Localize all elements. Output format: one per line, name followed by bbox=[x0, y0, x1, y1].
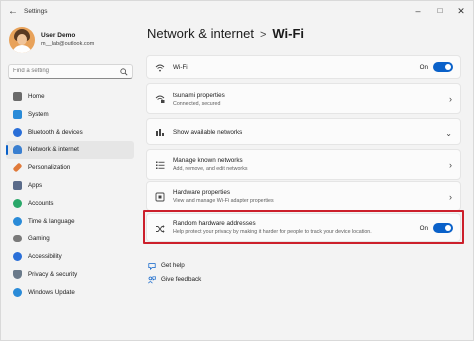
brush-icon bbox=[12, 162, 23, 173]
user-email: m__lab@outlook.com bbox=[41, 41, 95, 47]
hardware-properties-card[interactable]: Hardware properties View and manage Wi-F… bbox=[146, 181, 461, 211]
minimize-icon[interactable]: – bbox=[410, 4, 426, 18]
list-icon bbox=[156, 161, 165, 169]
highlight-box bbox=[143, 210, 464, 244]
home-icon bbox=[13, 92, 22, 101]
wifi-toggle[interactable] bbox=[433, 62, 453, 72]
feedback-icon bbox=[148, 276, 156, 284]
system-icon bbox=[13, 109, 22, 119]
chevron-right-icon: › bbox=[449, 160, 452, 170]
window-title: Settings bbox=[24, 8, 48, 15]
give-feedback-label: Give feedback bbox=[161, 276, 202, 283]
help-icon bbox=[148, 263, 156, 270]
sidebar-item-network[interactable]: Network & internet bbox=[6, 141, 134, 160]
wifi-icon bbox=[155, 64, 165, 72]
network-properties-title: tsunami properties bbox=[173, 92, 225, 99]
network-properties-subtitle: Connected, secured bbox=[173, 101, 221, 107]
hardware-properties-subtitle: View and manage Wi-Fi adapter properties bbox=[173, 198, 274, 204]
sidebar-item-label: Windows Update bbox=[28, 288, 75, 296]
sidebar-item-label: Network & internet bbox=[28, 146, 79, 154]
user-profile[interactable]: User Demo m__lab@outlook.com bbox=[9, 27, 139, 57]
available-networks-title: Show available networks bbox=[173, 129, 243, 136]
search-input[interactable] bbox=[13, 68, 113, 74]
search-icon bbox=[120, 68, 128, 76]
apps-icon bbox=[13, 180, 22, 190]
known-networks-title: Manage known networks bbox=[173, 157, 243, 164]
chevron-down-icon: ⌄ bbox=[445, 129, 452, 138]
sidebar-item-time-language[interactable]: Time & language bbox=[6, 213, 134, 231]
known-networks-card[interactable]: Manage known networks Add, remove, and e… bbox=[146, 149, 461, 180]
back-arrow-icon[interactable]: ← bbox=[7, 6, 19, 18]
sidebar-item-label: Bluetooth & devices bbox=[28, 128, 83, 136]
settings-window: ← Settings – □ ✕ User Demo m__lab@outloo… bbox=[0, 0, 474, 341]
available-networks-card[interactable]: Show available networks ⌄ bbox=[146, 118, 461, 145]
close-icon[interactable]: ✕ bbox=[453, 4, 469, 18]
sidebar-item-accessibility[interactable]: Accessibility bbox=[6, 248, 134, 266]
adapter-icon bbox=[155, 192, 165, 202]
sidebar-item-label: Gaming bbox=[28, 235, 50, 243]
wifi-label: Wi-Fi bbox=[173, 64, 188, 71]
sidebar-item-label: Personalization bbox=[28, 164, 71, 172]
sidebar-item-label: Accounts bbox=[28, 199, 54, 207]
sidebar-item-label: Apps bbox=[28, 181, 43, 189]
chevron-right-icon: › bbox=[449, 192, 452, 202]
sidebar-item-gaming[interactable]: Gaming bbox=[6, 230, 134, 248]
user-name: User Demo bbox=[41, 32, 76, 39]
title-bar: ← Settings – □ ✕ bbox=[1, 1, 474, 23]
accessibility-icon bbox=[13, 252, 22, 262]
network-properties-card[interactable]: tsunami properties Connected, secured › bbox=[146, 83, 461, 114]
active-indicator bbox=[6, 145, 8, 156]
shield-icon bbox=[13, 269, 22, 279]
breadcrumb: Network & internet > Wi-Fi bbox=[147, 26, 304, 41]
sidebar-item-windows-update[interactable]: Windows Update bbox=[6, 284, 134, 302]
sidebar-item-label: System bbox=[28, 110, 49, 118]
chevron-right-icon: › bbox=[449, 94, 452, 104]
maximize-icon[interactable]: □ bbox=[432, 4, 448, 18]
network-icon bbox=[13, 145, 22, 155]
wifi-secure-icon bbox=[155, 95, 165, 103]
get-help-label: Get help bbox=[161, 262, 185, 269]
gaming-icon bbox=[13, 235, 22, 243]
sidebar-item-bluetooth[interactable]: Bluetooth & devices bbox=[6, 124, 134, 142]
bluetooth-icon bbox=[13, 127, 22, 137]
breadcrumb-parent[interactable]: Network & internet bbox=[147, 26, 254, 41]
sidebar-item-label: Time & language bbox=[28, 217, 75, 225]
clock-globe-icon bbox=[13, 216, 22, 226]
update-icon bbox=[13, 287, 22, 297]
wifi-card: Wi-Fi On bbox=[146, 55, 461, 79]
accounts-icon bbox=[13, 198, 22, 208]
sidebar-item-system[interactable]: System bbox=[6, 106, 134, 124]
known-networks-subtitle: Add, remove, and edit networks bbox=[173, 166, 248, 172]
sidebar-item-personalization[interactable]: Personalization bbox=[6, 159, 134, 177]
sidebar-item-label: Accessibility bbox=[28, 253, 62, 261]
sidebar-item-apps[interactable]: Apps bbox=[6, 177, 134, 195]
breadcrumb-separator: > bbox=[259, 29, 267, 41]
sidebar-item-home[interactable]: Home bbox=[6, 88, 134, 106]
avatar bbox=[9, 27, 35, 53]
page-title: Wi-Fi bbox=[272, 26, 305, 41]
wifi-state: On bbox=[419, 64, 428, 71]
network-list-icon bbox=[156, 129, 164, 136]
sidebar-item-label: Home bbox=[28, 93, 45, 100]
hardware-properties-title: Hardware properties bbox=[173, 189, 231, 196]
sidebar-item-label: Privacy & security bbox=[28, 270, 78, 278]
sidebar-item-accounts[interactable]: Accounts bbox=[6, 195, 134, 213]
sidebar-nav: Home System Bluetooth & devices Network … bbox=[6, 88, 134, 302]
sidebar-item-privacy[interactable]: Privacy & security bbox=[6, 266, 134, 284]
search-box[interactable] bbox=[8, 64, 133, 79]
